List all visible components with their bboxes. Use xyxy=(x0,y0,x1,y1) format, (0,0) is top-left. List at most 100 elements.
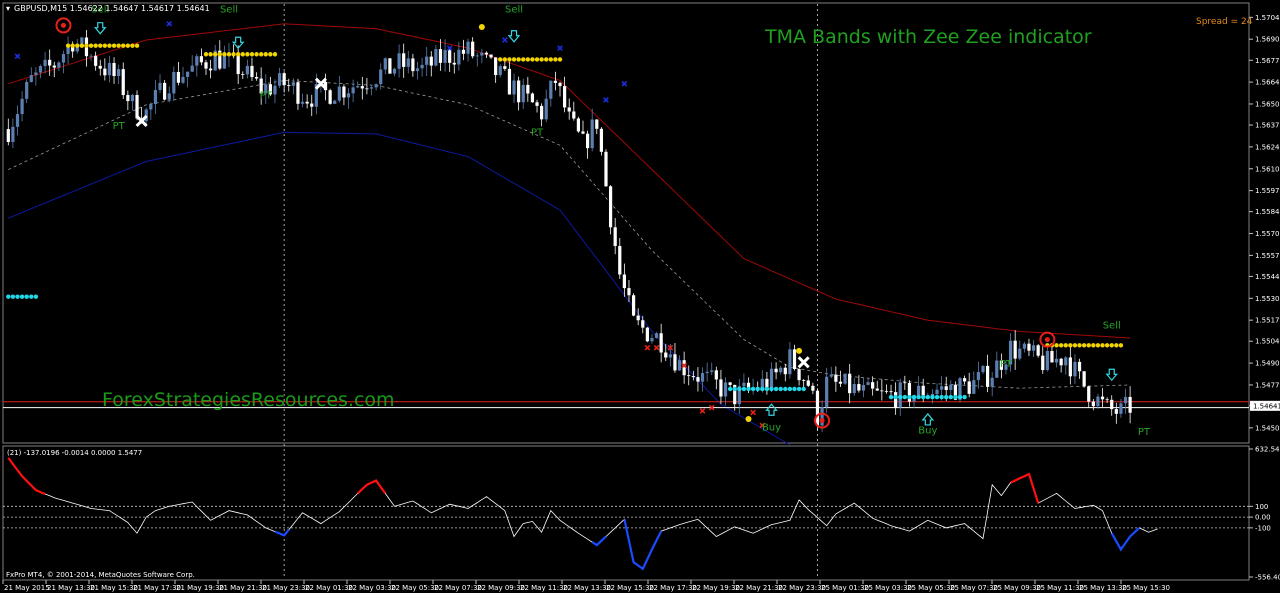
signal-label: Buy xyxy=(762,422,781,433)
candle-body xyxy=(204,62,208,69)
signal-dot xyxy=(916,394,921,400)
signal-dot xyxy=(953,394,958,400)
candle-body xyxy=(181,76,185,83)
price-tick-label: 1.55570 xyxy=(1255,252,1280,260)
signal-dot xyxy=(29,294,34,299)
signal-dot xyxy=(902,394,908,400)
signal-dot xyxy=(1118,343,1124,348)
candle-body xyxy=(346,93,351,98)
signal-dot xyxy=(6,294,11,299)
time-tick-label: 21 May 15:30 xyxy=(90,584,138,592)
buy-arrow-icon xyxy=(921,413,935,426)
candle-body xyxy=(167,93,171,100)
candle-body xyxy=(1027,343,1031,351)
signal-dot xyxy=(746,386,751,392)
signal-dot xyxy=(539,57,544,62)
candle-body xyxy=(80,37,84,44)
candle-body xyxy=(1082,371,1086,387)
signal-dot xyxy=(1086,343,1091,348)
oscillator-overbought xyxy=(1010,472,1040,504)
candle-body xyxy=(1045,351,1049,371)
candle-body xyxy=(402,53,406,67)
candle-body xyxy=(673,354,677,371)
candle-body xyxy=(604,151,608,187)
signal-dot xyxy=(203,52,209,57)
candle-body xyxy=(503,66,507,69)
time-tick-label: 22 May 03:30 xyxy=(348,584,396,592)
candle-body xyxy=(48,59,52,66)
signal-dot xyxy=(907,394,912,400)
oscillator xyxy=(3,457,1249,571)
signal-dot xyxy=(93,43,98,48)
candle-body xyxy=(199,56,204,63)
candle-body xyxy=(512,80,516,95)
candle-body xyxy=(645,327,649,342)
signal-dot xyxy=(107,43,112,48)
signal-dot xyxy=(1077,343,1082,348)
candle-body xyxy=(1013,340,1017,359)
signal-dot xyxy=(525,57,531,62)
oscillator-oversold xyxy=(274,529,290,537)
candle-body xyxy=(517,80,521,103)
candle-body xyxy=(944,386,948,390)
oscillator-header: (21) -137.0196 -0.0014 0.0000 1.5477 xyxy=(7,449,142,457)
signal-dot xyxy=(516,57,521,62)
oscillator-tick-label: 0.00 xyxy=(1255,514,1271,522)
candle-body xyxy=(208,68,213,71)
candle-body xyxy=(636,315,640,321)
candle-body xyxy=(825,376,829,408)
watermark: ForexStrategiesResources.com xyxy=(102,389,395,411)
candle-body xyxy=(1059,358,1063,366)
signal-dot xyxy=(502,57,508,62)
signal-dot xyxy=(521,57,526,62)
candle-body xyxy=(595,119,599,129)
candle-body xyxy=(34,72,38,76)
oscillator-overbought xyxy=(356,479,387,495)
time-tick-label: 21 May 2015 xyxy=(4,584,50,592)
candle-body xyxy=(360,86,364,89)
candle-body xyxy=(917,385,921,396)
candle-body xyxy=(397,53,401,69)
candle-body xyxy=(342,86,346,98)
candle-body xyxy=(563,86,567,108)
signal-dot xyxy=(70,43,75,48)
candle-body xyxy=(135,95,139,119)
candle-body xyxy=(507,68,512,95)
candle-body xyxy=(448,50,452,63)
candle-body xyxy=(443,50,447,63)
candle-body xyxy=(471,41,475,57)
candle-body xyxy=(484,52,489,55)
candle-body xyxy=(52,65,56,68)
candle-body xyxy=(1036,345,1040,356)
time-tick-label: 25 May 07:30 xyxy=(950,584,998,592)
chart-menu-icon[interactable]: ▾ xyxy=(6,4,10,13)
reversal-circle-dot xyxy=(60,22,66,28)
time-tick-label: 22 May 21:30 xyxy=(735,584,783,592)
candle-body xyxy=(967,381,971,394)
candle-body xyxy=(480,52,484,56)
signal-dot xyxy=(1054,343,1059,348)
candle-body xyxy=(728,382,732,385)
signal-dot xyxy=(778,386,783,392)
candle-body xyxy=(29,75,33,83)
price-tick-label: 1.56905 xyxy=(1255,36,1280,44)
candle-body xyxy=(590,119,594,149)
candle-body xyxy=(700,373,705,382)
candle-body xyxy=(719,379,723,397)
signal-dot xyxy=(268,52,273,57)
candle-body xyxy=(535,102,539,106)
candle-body xyxy=(1022,343,1026,349)
candle-body xyxy=(236,53,240,75)
signal-label: PT xyxy=(531,128,544,139)
candle-body xyxy=(641,320,645,328)
signal-dot xyxy=(249,52,255,57)
candle-body xyxy=(185,71,190,77)
time-tick-label: 21 May 23:30 xyxy=(262,584,310,592)
signal-dot xyxy=(530,57,535,62)
signal-dot xyxy=(1109,343,1114,348)
candle-body xyxy=(972,380,976,394)
time-tick-label: 22 May 17:30 xyxy=(649,584,697,592)
chart-title: TMA Bands with Zee Zee indicator xyxy=(764,26,1092,48)
signal-dot xyxy=(272,52,278,57)
candle-body xyxy=(411,58,415,72)
